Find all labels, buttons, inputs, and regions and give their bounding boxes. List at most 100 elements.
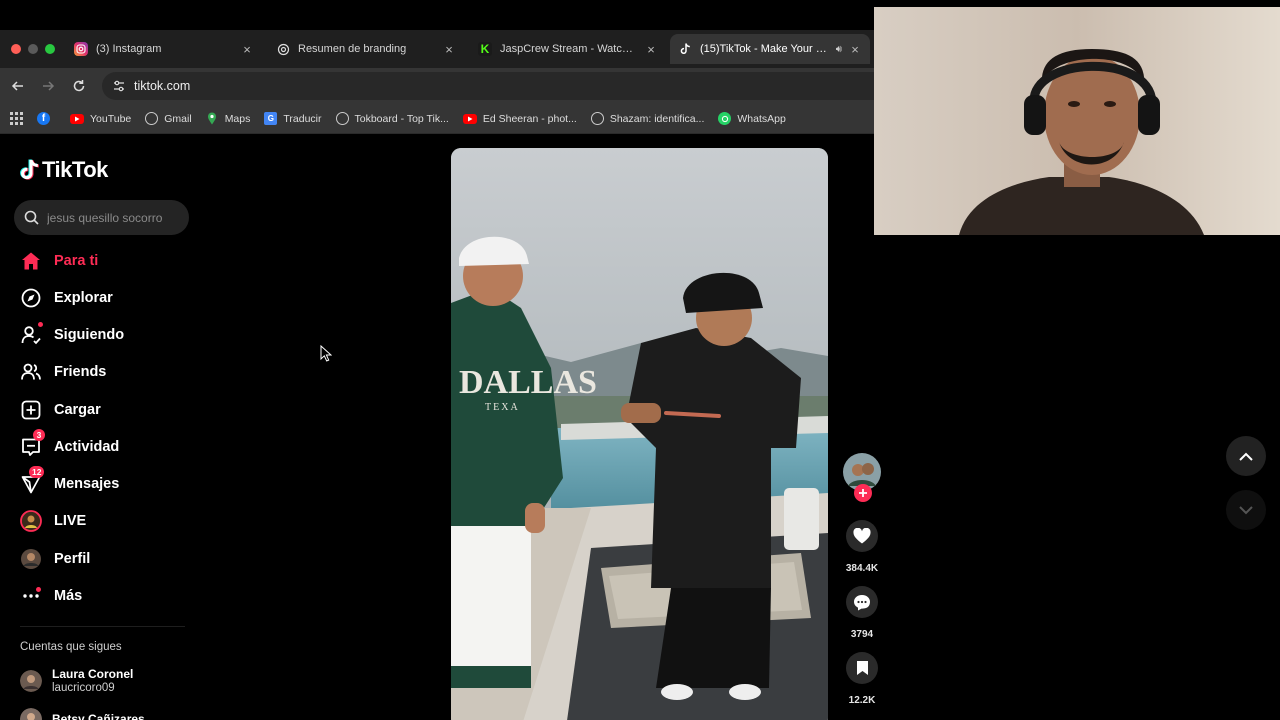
heart-icon bbox=[853, 528, 871, 544]
followed-account[interactable]: Laura Coronel laucricoro09 bbox=[20, 667, 133, 695]
tab-instagram[interactable]: (3) Instagram × bbox=[66, 34, 262, 64]
comment-icon bbox=[854, 594, 870, 610]
search-bar[interactable] bbox=[14, 200, 189, 235]
tab-branding[interactable]: Resumen de branding × bbox=[268, 34, 464, 64]
bookmark-maps[interactable]: Maps bbox=[206, 112, 251, 125]
close-tab-icon[interactable]: × bbox=[442, 42, 456, 57]
bookmark-youtube[interactable]: YouTube bbox=[70, 113, 131, 125]
account-avatar bbox=[20, 708, 42, 720]
facebook-bookmark[interactable]: f bbox=[37, 112, 56, 125]
activity-badge: 3 bbox=[33, 429, 45, 441]
like-button[interactable] bbox=[846, 520, 878, 552]
upload-icon bbox=[20, 399, 42, 421]
save-button[interactable] bbox=[846, 652, 878, 684]
mouse-cursor bbox=[320, 345, 332, 362]
comment-count: 3794 bbox=[850, 629, 874, 640]
sidebar-divider bbox=[20, 626, 185, 627]
previous-video-button[interactable] bbox=[1226, 436, 1266, 476]
webcam-feed bbox=[874, 7, 1280, 235]
maps-pin-icon bbox=[206, 112, 219, 125]
comment-button[interactable] bbox=[846, 586, 878, 618]
nav-cargar[interactable]: Cargar bbox=[20, 395, 101, 425]
chatgpt-icon bbox=[276, 42, 290, 56]
nav-friends[interactable]: Friends bbox=[20, 357, 106, 387]
messages-badge: 12 bbox=[29, 466, 45, 478]
window-zoom-button[interactable] bbox=[45, 44, 55, 54]
window-minimize-button[interactable] bbox=[28, 44, 38, 54]
account-name: Laura Coronel bbox=[52, 667, 134, 681]
profile-avatar bbox=[20, 548, 42, 570]
search-icon bbox=[24, 210, 39, 225]
tiktok-icon bbox=[678, 42, 692, 56]
globe-icon bbox=[335, 112, 349, 125]
url-text: tiktok.com bbox=[134, 79, 191, 93]
translate-icon: G bbox=[264, 112, 278, 125]
nav-label: Más bbox=[54, 588, 83, 604]
plus-icon bbox=[859, 489, 867, 497]
home-icon bbox=[20, 250, 42, 272]
tab-title: Resumen de branding bbox=[298, 43, 407, 55]
bookmark-label: YouTube bbox=[90, 112, 132, 125]
followed-account[interactable]: Betsy Cañizares bbox=[20, 708, 145, 720]
nav-para-ti[interactable]: Para ti bbox=[20, 246, 98, 276]
activity-icon: 3 bbox=[20, 429, 45, 458]
webcam-overlay bbox=[874, 7, 1280, 235]
tiktok-logo[interactable]: TikTok bbox=[20, 157, 108, 183]
bookmark-shazam[interactable]: Shazam: identifica... bbox=[590, 112, 704, 125]
youtube-icon bbox=[70, 113, 84, 124]
next-video-button[interactable] bbox=[1226, 490, 1266, 530]
account-username: laucricoro09 bbox=[52, 682, 115, 694]
back-arrow-icon[interactable] bbox=[8, 76, 28, 96]
nav-label: Para ti bbox=[54, 253, 99, 269]
bookmark-ed-sheeran[interactable]: Ed Sheeran - phot... bbox=[462, 112, 577, 125]
nav-mas[interactable]: Más bbox=[20, 581, 82, 611]
tab-kick-stream[interactable]: K JaspCrew Stream - Watch Live × bbox=[470, 34, 666, 64]
speaker-icon[interactable]: 🔊︎ bbox=[836, 44, 842, 55]
nav-perfil[interactable]: Perfil bbox=[20, 544, 90, 574]
close-tab-icon[interactable]: × bbox=[240, 42, 254, 57]
browser-toolbar: tiktok.com bbox=[0, 68, 874, 104]
nav-mensajes[interactable]: 12 Mensajes bbox=[20, 466, 120, 499]
forward-arrow-icon[interactable] bbox=[38, 76, 58, 96]
live-icon bbox=[20, 510, 42, 532]
bookmark-whatsapp[interactable]: WhatsApp bbox=[718, 112, 786, 125]
video-player[interactable]: DALLAS TEXA bbox=[451, 148, 828, 720]
nav-live[interactable]: LIVE bbox=[20, 506, 86, 536]
youtube-icon bbox=[462, 113, 477, 124]
tiktok-logo-icon bbox=[20, 159, 39, 180]
close-tab-icon[interactable]: × bbox=[644, 42, 658, 57]
follow-plus-button[interactable] bbox=[854, 484, 872, 502]
notification-dot bbox=[36, 587, 41, 592]
following-icon bbox=[20, 322, 43, 346]
kick-icon: K bbox=[478, 42, 492, 56]
bookmark-label: Gmail bbox=[164, 112, 192, 125]
close-tab-icon[interactable]: × bbox=[848, 42, 862, 57]
account-avatar bbox=[20, 670, 42, 692]
window-close-button[interactable] bbox=[11, 44, 21, 54]
shirt-subtext: TEXA bbox=[485, 402, 520, 413]
bookmark-traducir[interactable]: G Traducir bbox=[264, 112, 322, 125]
chevron-down-icon bbox=[1239, 505, 1253, 514]
nav-explorar[interactable]: Explorar bbox=[20, 283, 113, 313]
nav-actividad[interactable]: 3 Actividad bbox=[20, 429, 119, 462]
bookmark-tokboard[interactable]: Tokboard - Top Tik... bbox=[335, 112, 449, 125]
site-info-icon[interactable] bbox=[112, 79, 126, 93]
address-bar[interactable]: tiktok.com bbox=[102, 72, 874, 100]
chevron-up-icon bbox=[1239, 452, 1253, 461]
bookmarks-bar: f YouTube Gmail Maps G Traducir Tokboard… bbox=[0, 104, 874, 134]
nav-label: Mensajes bbox=[54, 476, 120, 492]
nav-label: Friends bbox=[54, 364, 107, 380]
bookmark-label: Ed Sheeran - phot... bbox=[482, 112, 577, 125]
tab-title: (15)TikTok - Make Your Day bbox=[700, 43, 832, 55]
shirt-text: DALLAS bbox=[459, 364, 597, 401]
title-bar bbox=[0, 0, 874, 30]
apps-grid-icon[interactable] bbox=[10, 112, 23, 125]
nav-siguiendo[interactable]: Siguiendo bbox=[20, 320, 124, 350]
bookmark-label: Maps bbox=[224, 112, 251, 125]
search-input[interactable] bbox=[47, 210, 177, 225]
notification-dot bbox=[38, 322, 43, 327]
tab-tiktok[interactable]: (15)TikTok - Make Your Day 🔊︎ × bbox=[670, 34, 870, 64]
like-count: 384.4K bbox=[845, 563, 879, 574]
reload-icon[interactable] bbox=[69, 76, 89, 96]
bookmark-gmail[interactable]: Gmail bbox=[145, 112, 192, 125]
